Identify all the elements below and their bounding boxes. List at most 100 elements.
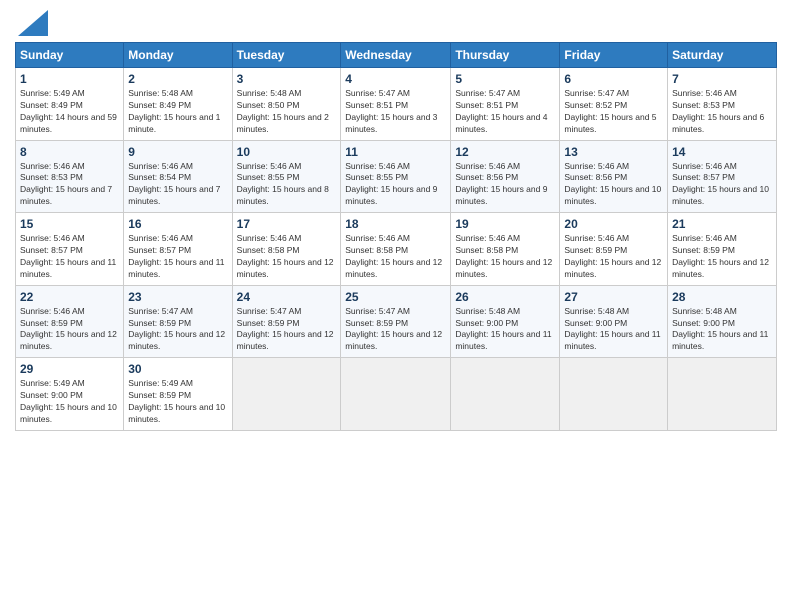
day-number: 11 xyxy=(345,145,446,159)
day-number: 14 xyxy=(672,145,772,159)
day-info: Sunrise: 5:46 AMSunset: 8:53 PMDaylight:… xyxy=(20,161,119,209)
day-number: 5 xyxy=(455,72,555,86)
day-number: 10 xyxy=(237,145,337,159)
day-info: Sunrise: 5:46 AMSunset: 8:59 PMDaylight:… xyxy=(20,306,119,354)
day-number: 9 xyxy=(128,145,227,159)
calendar-cell: 25 Sunrise: 5:47 AMSunset: 8:59 PMDayligh… xyxy=(341,285,451,358)
calendar-cell: 16Sunrise: 5:46 AMSunset: 8:57 PMDayligh… xyxy=(124,213,232,286)
calendar-cell: 6Sunrise: 5:47 AMSunset: 8:52 PMDaylight… xyxy=(560,68,668,141)
calendar-cell xyxy=(341,358,451,431)
day-info: Sunrise: 5:46 AMSunset: 8:54 PMDaylight:… xyxy=(128,161,227,209)
day-info: Sunrise: 5:48 AMSunset: 8:49 PMDaylight:… xyxy=(128,88,227,136)
day-info: Sunrise: 5:46 AMSunset: 8:57 PMDaylight:… xyxy=(128,233,227,281)
calendar-header-row: SundayMondayTuesdayWednesdayThursdayFrid… xyxy=(16,43,777,68)
day-number: 8 xyxy=(20,145,119,159)
day-number: 7 xyxy=(672,72,772,86)
day-header-wednesday: Wednesday xyxy=(341,43,451,68)
day-info: Sunrise: 5:46 AMSunset: 8:55 PMDaylight:… xyxy=(345,161,446,209)
day-info: Sunrise: 5:49 AMSunset: 8:59 PMDaylight:… xyxy=(128,378,227,426)
day-number: 28 xyxy=(672,290,772,304)
calendar-cell: 1 Sunrise: 5:49 AMSunset: 8:49 PMDaylight… xyxy=(16,68,124,141)
day-number: 24 xyxy=(237,290,337,304)
day-info: Sunrise: 5:46 AMSunset: 8:53 PMDaylight:… xyxy=(672,88,772,136)
day-info: Sunrise: 5:47 AMSunset: 8:59 PMDaylight:… xyxy=(237,306,337,354)
calendar-cell: 18 Sunrise: 5:46 AMSunset: 8:58 PMDayligh… xyxy=(341,213,451,286)
day-number: 21 xyxy=(672,217,772,231)
day-info: Sunrise: 5:48 AMSunset: 9:00 PMDaylight:… xyxy=(455,306,555,354)
calendar-cell xyxy=(560,358,668,431)
day-number: 29 xyxy=(20,362,119,376)
day-number: 2 xyxy=(128,72,227,86)
calendar-cell: 23 Sunrise: 5:47 AMSunset: 8:59 PMDayligh… xyxy=(124,285,232,358)
day-number: 1 xyxy=(20,72,119,86)
logo xyxy=(15,10,48,36)
calendar-week-row: 8 Sunrise: 5:46 AMSunset: 8:53 PMDaylight… xyxy=(16,140,777,213)
calendar-cell xyxy=(451,358,560,431)
header xyxy=(15,10,777,36)
day-number: 26 xyxy=(455,290,555,304)
day-info: Sunrise: 5:48 AMSunset: 9:00 PMDaylight:… xyxy=(672,306,772,354)
day-number: 20 xyxy=(564,217,663,231)
calendar-week-row: 1 Sunrise: 5:49 AMSunset: 8:49 PMDaylight… xyxy=(16,68,777,141)
calendar-cell: 9 Sunrise: 5:46 AMSunset: 8:54 PMDaylight… xyxy=(124,140,232,213)
calendar-cell: 2 Sunrise: 5:48 AMSunset: 8:49 PMDaylight… xyxy=(124,68,232,141)
day-info: Sunrise: 5:46 AMSunset: 8:58 PMDaylight:… xyxy=(345,233,446,281)
day-number: 12 xyxy=(455,145,555,159)
calendar-cell: 27Sunrise: 5:48 AMSunset: 9:00 PMDayligh… xyxy=(560,285,668,358)
day-info: Sunrise: 5:46 AMSunset: 8:59 PMDaylight:… xyxy=(564,233,663,281)
day-header-monday: Monday xyxy=(124,43,232,68)
calendar-cell: 5 Sunrise: 5:47 AMSunset: 8:51 PMDaylight… xyxy=(451,68,560,141)
calendar-cell: 4Sunrise: 5:47 AMSunset: 8:51 PMDaylight… xyxy=(341,68,451,141)
day-header-sunday: Sunday xyxy=(16,43,124,68)
logo-icon xyxy=(18,10,48,36)
calendar-cell xyxy=(668,358,777,431)
day-info: Sunrise: 5:46 AMSunset: 8:55 PMDaylight:… xyxy=(237,161,337,209)
day-number: 17 xyxy=(237,217,337,231)
day-number: 23 xyxy=(128,290,227,304)
day-number: 3 xyxy=(237,72,337,86)
calendar-cell xyxy=(232,358,341,431)
day-number: 18 xyxy=(345,217,446,231)
day-header-saturday: Saturday xyxy=(668,43,777,68)
page: SundayMondayTuesdayWednesdayThursdayFrid… xyxy=(0,0,792,612)
day-number: 15 xyxy=(20,217,119,231)
day-number: 19 xyxy=(455,217,555,231)
day-info: Sunrise: 5:46 AMSunset: 8:59 PMDaylight:… xyxy=(672,233,772,281)
day-info: Sunrise: 5:47 AMSunset: 8:51 PMDaylight:… xyxy=(455,88,555,136)
calendar-cell: 21 Sunrise: 5:46 AMSunset: 8:59 PMDayligh… xyxy=(668,213,777,286)
calendar-cell: 26 Sunrise: 5:48 AMSunset: 9:00 PMDayligh… xyxy=(451,285,560,358)
calendar-cell: 10 Sunrise: 5:46 AMSunset: 8:55 PMDayligh… xyxy=(232,140,341,213)
day-info: Sunrise: 5:48 AMSunset: 8:50 PMDaylight:… xyxy=(237,88,337,136)
calendar-cell: 20 Sunrise: 5:46 AMSunset: 8:59 PMDayligh… xyxy=(560,213,668,286)
calendar-table: SundayMondayTuesdayWednesdayThursdayFrid… xyxy=(15,42,777,431)
day-info: Sunrise: 5:46 AMSunset: 8:57 PMDaylight:… xyxy=(672,161,772,209)
day-info: Sunrise: 5:46 AMSunset: 8:57 PMDaylight:… xyxy=(20,233,119,281)
day-number: 22 xyxy=(20,290,119,304)
day-info: Sunrise: 5:46 AMSunset: 8:56 PMDaylight:… xyxy=(564,161,663,209)
calendar-cell: 24 Sunrise: 5:47 AMSunset: 8:59 PMDayligh… xyxy=(232,285,341,358)
day-info: Sunrise: 5:46 AMSunset: 8:56 PMDaylight:… xyxy=(455,161,555,209)
calendar-cell: 11 Sunrise: 5:46 AMSunset: 8:55 PMDayligh… xyxy=(341,140,451,213)
day-number: 25 xyxy=(345,290,446,304)
calendar-cell: 14 Sunrise: 5:46 AMSunset: 8:57 PMDayligh… xyxy=(668,140,777,213)
calendar-cell: 19 Sunrise: 5:46 AMSunset: 8:58 PMDayligh… xyxy=(451,213,560,286)
day-info: Sunrise: 5:47 AMSunset: 8:52 PMDaylight:… xyxy=(564,88,663,136)
day-info: Sunrise: 5:47 AMSunset: 8:59 PMDaylight:… xyxy=(345,306,446,354)
calendar-cell: 15 Sunrise: 5:46 AMSunset: 8:57 PMDayligh… xyxy=(16,213,124,286)
calendar-week-row: 29Sunrise: 5:49 AMSunset: 9:00 PMDayligh… xyxy=(16,358,777,431)
calendar-cell: 30Sunrise: 5:49 AMSunset: 8:59 PMDayligh… xyxy=(124,358,232,431)
day-header-tuesday: Tuesday xyxy=(232,43,341,68)
day-info: Sunrise: 5:48 AMSunset: 9:00 PMDaylight:… xyxy=(564,306,663,354)
calendar-week-row: 15 Sunrise: 5:46 AMSunset: 8:57 PMDayligh… xyxy=(16,213,777,286)
calendar-cell: 17 Sunrise: 5:46 AMSunset: 8:58 PMDayligh… xyxy=(232,213,341,286)
day-info: Sunrise: 5:46 AMSunset: 8:58 PMDaylight:… xyxy=(237,233,337,281)
day-number: 13 xyxy=(564,145,663,159)
calendar-cell: 3 Sunrise: 5:48 AMSunset: 8:50 PMDaylight… xyxy=(232,68,341,141)
calendar-cell: 13 Sunrise: 5:46 AMSunset: 8:56 PMDayligh… xyxy=(560,140,668,213)
calendar-cell: 29Sunrise: 5:49 AMSunset: 9:00 PMDayligh… xyxy=(16,358,124,431)
day-info: Sunrise: 5:47 AMSunset: 8:59 PMDaylight:… xyxy=(128,306,227,354)
day-info: Sunrise: 5:46 AMSunset: 8:58 PMDaylight:… xyxy=(455,233,555,281)
calendar-week-row: 22 Sunrise: 5:46 AMSunset: 8:59 PMDayligh… xyxy=(16,285,777,358)
calendar-cell: 22 Sunrise: 5:46 AMSunset: 8:59 PMDayligh… xyxy=(16,285,124,358)
day-info: Sunrise: 5:49 AMSunset: 8:49 PMDaylight:… xyxy=(20,88,119,136)
